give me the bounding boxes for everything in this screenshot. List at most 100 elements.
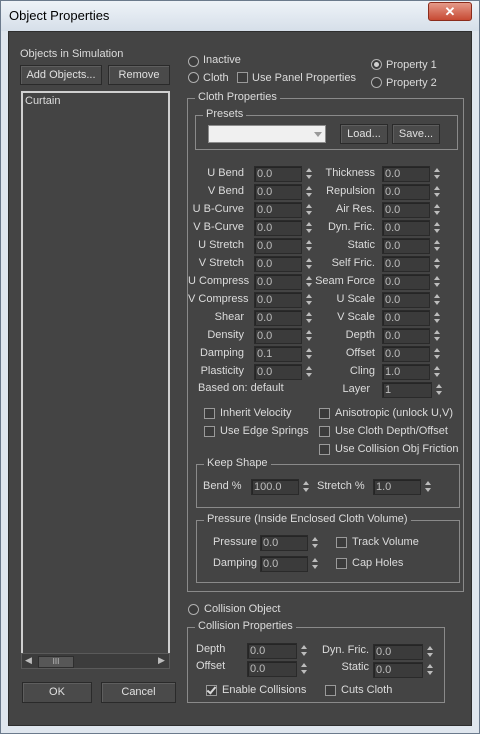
track-volume-checkbox[interactable] — [336, 537, 347, 548]
pressure-damping-field[interactable]: 0.0 — [260, 556, 308, 572]
inherit-velocity-checkbox[interactable] — [204, 408, 215, 419]
self-fric-increment-icon[interactable] — [432, 256, 442, 264]
u-bend-increment-icon[interactable] — [304, 166, 314, 174]
use-collision-obj-friction-checkbox[interactable] — [319, 444, 330, 455]
bend-decrement-icon[interactable] — [301, 487, 311, 495]
v-scale-decrement-icon[interactable] — [432, 318, 442, 326]
v-scale-increment-icon[interactable] — [432, 310, 442, 318]
static-spinner[interactable]: 0.0 — [382, 238, 443, 254]
use-edge-springs-checkbox[interactable] — [204, 426, 215, 437]
layer-field[interactable]: 1 — [382, 382, 432, 398]
u-stretch-field[interactable]: 0.0 — [254, 238, 302, 254]
plasticity-field[interactable]: 0.0 — [254, 364, 302, 380]
add-objects-button[interactable]: Add Objects... — [20, 65, 102, 85]
cloth-radio[interactable] — [188, 72, 199, 83]
collision-static-decrement-icon[interactable] — [425, 670, 435, 678]
v-compress-field[interactable]: 0.0 — [254, 292, 302, 308]
thickness-decrement-icon[interactable] — [432, 174, 442, 182]
collision-dyn-fric-increment-icon[interactable] — [425, 644, 435, 652]
plasticity-decrement-icon[interactable] — [304, 372, 314, 380]
collision-static-increment-icon[interactable] — [425, 662, 435, 670]
v-bend-decrement-icon[interactable] — [304, 192, 314, 200]
shear-increment-icon[interactable] — [304, 310, 314, 318]
plasticity-spinner[interactable]: 0.0 — [254, 364, 315, 380]
u-scale-field[interactable]: 0.0 — [382, 292, 430, 308]
collision-dyn-fric-field[interactable]: 0.0 — [373, 644, 423, 660]
static-field[interactable]: 0.0 — [382, 238, 430, 254]
air-res-increment-icon[interactable] — [432, 202, 442, 210]
load-preset-button[interactable]: Load... — [340, 124, 388, 144]
dyn-fric-increment-icon[interactable] — [432, 220, 442, 228]
u-stretch-increment-icon[interactable] — [304, 238, 314, 246]
use-cloth-depth-offset-checkbox[interactable] — [319, 426, 330, 437]
layer-spinner[interactable]: 1 — [382, 382, 445, 398]
scroll-left-icon[interactable]: ◀ — [25, 655, 32, 666]
shear-spinner[interactable]: 0.0 — [254, 310, 315, 326]
pressure-field[interactable]: 0.0 — [260, 535, 308, 551]
collision-static-spinner[interactable]: 0.0 — [373, 662, 436, 678]
seam-force-field[interactable]: 0.0 — [382, 274, 430, 290]
offset-decrement-icon[interactable] — [432, 354, 442, 362]
collision-offset-spinner[interactable]: 0.0 — [247, 661, 310, 677]
u-compress-increment-icon[interactable] — [304, 274, 314, 282]
presets-dropdown[interactable] — [208, 125, 326, 143]
dyn-fric-decrement-icon[interactable] — [432, 228, 442, 236]
chevron-down-icon[interactable] — [314, 132, 322, 137]
pressure-decrement-icon[interactable] — [310, 543, 320, 551]
self-fric-field[interactable]: 0.0 — [382, 256, 430, 272]
u-scale-decrement-icon[interactable] — [432, 300, 442, 308]
repulsion-decrement-icon[interactable] — [432, 192, 442, 200]
remove-button[interactable]: Remove — [108, 65, 170, 85]
v-scale-field[interactable]: 0.0 — [382, 310, 430, 326]
v-stretch-spinner[interactable]: 0.0 — [254, 256, 315, 272]
cap-holes-checkbox[interactable] — [336, 558, 347, 569]
pressure-damping-spinner[interactable]: 0.0 — [260, 556, 321, 572]
thickness-field[interactable]: 0.0 — [382, 166, 430, 182]
u-compress-field[interactable]: 0.0 — [254, 274, 302, 290]
damping-spinner[interactable]: 0.1 — [254, 346, 315, 362]
v-stretch-increment-icon[interactable] — [304, 256, 314, 264]
offset-spinner[interactable]: 0.0 — [382, 346, 443, 362]
repulsion-field[interactable]: 0.0 — [382, 184, 430, 200]
objects-horizontal-scrollbar[interactable]: ◀ III ▶ — [21, 653, 170, 669]
u-stretch-decrement-icon[interactable] — [304, 246, 314, 254]
thickness-spinner[interactable]: 0.0 — [382, 166, 443, 182]
cuts-cloth-checkbox[interactable] — [325, 685, 336, 696]
u-b-curve-spinner[interactable]: 0.0 — [254, 202, 315, 218]
title-bar[interactable]: Object Properties ✕ — [1, 1, 479, 31]
v-scale-spinner[interactable]: 0.0 — [382, 310, 443, 326]
self-fric-decrement-icon[interactable] — [432, 264, 442, 272]
v-stretch-field[interactable]: 0.0 — [254, 256, 302, 272]
seam-force-increment-icon[interactable] — [432, 274, 442, 282]
v-b-curve-field[interactable]: 0.0 — [254, 220, 302, 236]
pressure-spinner[interactable]: 0.0 — [260, 535, 321, 551]
cancel-button[interactable]: Cancel — [101, 682, 176, 703]
v-bend-increment-icon[interactable] — [304, 184, 314, 192]
density-field[interactable]: 0.0 — [254, 328, 302, 344]
u-compress-decrement-icon[interactable] — [304, 282, 314, 290]
damping-decrement-icon[interactable] — [304, 354, 314, 362]
seam-force-decrement-icon[interactable] — [432, 282, 442, 290]
anisotropic-checkbox[interactable] — [319, 408, 330, 419]
u-b-curve-field[interactable]: 0.0 — [254, 202, 302, 218]
offset-field[interactable]: 0.0 — [382, 346, 430, 362]
self-fric-spinner[interactable]: 0.0 — [382, 256, 443, 272]
stretch-increment-icon[interactable] — [423, 479, 433, 487]
density-decrement-icon[interactable] — [304, 336, 314, 344]
damping-increment-icon[interactable] — [304, 346, 314, 354]
v-bend-field[interactable]: 0.0 — [254, 184, 302, 200]
layer-decrement-icon[interactable] — [434, 390, 444, 398]
depth-increment-icon[interactable] — [432, 328, 442, 336]
seam-force-spinner[interactable]: 0.0 — [382, 274, 443, 290]
scroll-thumb[interactable]: III — [38, 656, 74, 668]
cling-field[interactable]: 1.0 — [382, 364, 430, 380]
close-button[interactable]: ✕ — [428, 2, 472, 21]
collision-static-field[interactable]: 0.0 — [373, 662, 423, 678]
stretch-percent-spinner[interactable]: 1.0 — [373, 479, 434, 495]
pressure-damping-decrement-icon[interactable] — [310, 564, 320, 572]
stretch-percent-field[interactable]: 1.0 — [373, 479, 421, 495]
objects-list[interactable]: Curtain — [21, 91, 170, 669]
shear-decrement-icon[interactable] — [304, 318, 314, 326]
v-compress-decrement-icon[interactable] — [304, 300, 314, 308]
v-b-curve-spinner[interactable]: 0.0 — [254, 220, 315, 236]
